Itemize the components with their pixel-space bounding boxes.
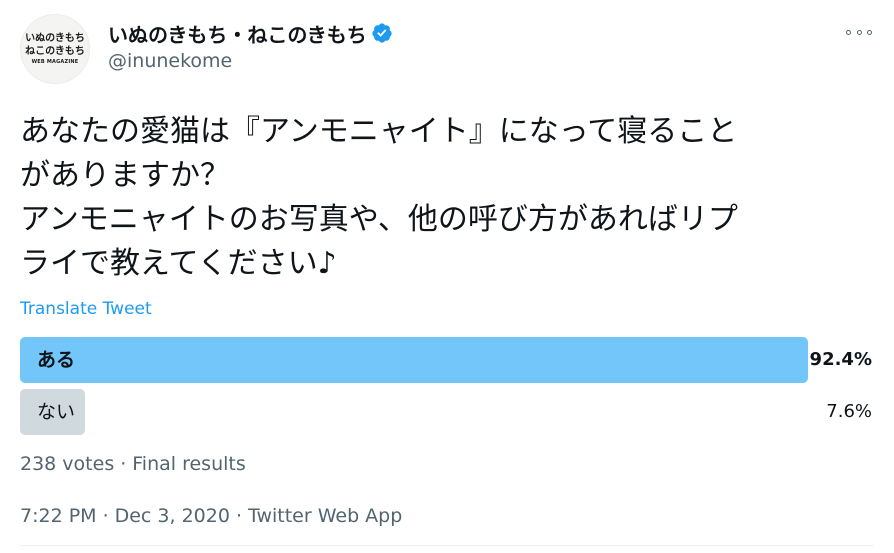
poll-option-label: ある [37,349,76,371]
avatar[interactable]: いぬのきもち ねこのきもち WEB MAGAZINE [20,14,90,84]
divider [20,545,874,546]
more-dot [846,29,851,35]
tweet-text-line: アンモニャイトのお写真や、他の呼び方があればリプ [20,202,738,237]
more-dot [867,29,872,35]
author-handle[interactable]: @inunekome [108,50,393,72]
translate-tweet-link[interactable]: Translate Tweet [20,299,152,319]
poll-option-percent: 7.6% [826,401,872,422]
tweet-text-line: あなたの愛猫は『アンモニャイト』になって寝ること [20,114,738,149]
display-name[interactable]: いぬのきもち・ねこのきもち [108,19,367,48]
more-dot [856,29,862,35]
verified-badge-icon [371,22,393,44]
more-options-icon[interactable] [846,24,872,40]
tweet-text-line: ライで教えてください♪ [20,246,337,281]
separator-dot: · [102,505,109,527]
tweet-text: あなたの愛猫は『アンモニャイト』になって寝ること がありますか？ アンモニャイト… [20,110,880,286]
poll-result-bar [20,337,808,383]
poll-option-label: ない [37,401,76,423]
poll-status: Final results [132,453,246,475]
avatar-text-line-2: ねこのきもち [25,46,85,57]
separator-dot: · [235,505,242,527]
poll-option: ない 7.6% [20,389,872,435]
separator-dot: · [120,453,127,475]
poll-summary: 238 votes · Final results [20,453,246,475]
tweet-date[interactable]: Dec 3, 2020 [115,505,230,527]
tweet-timestamp: 7:22 PM · Dec 3, 2020 · Twitter Web App [20,505,402,527]
poll-option-percent: 92.4% [809,349,872,370]
tweet-header: いぬのきもち ねこのきもち WEB MAGAZINE いぬのきもち・ねこのきもち… [20,14,878,86]
poll-option-2: ない 7.6% [20,389,872,435]
poll-option: ある 92.4% [20,337,872,383]
author-names: いぬのきもち・ねこのきもち @inunekome [108,18,393,72]
poll-votes: 238 votes [20,453,115,475]
poll-option-1: ある 92.4% [20,337,872,383]
display-name-row: いぬのきもち・ねこのきもち [108,18,393,48]
tweet-source[interactable]: Twitter Web App [248,505,402,527]
avatar-subtext: WEB MAGAZINE [31,59,79,65]
avatar-text-line-1: いぬのきもち [25,33,85,44]
tweet-text-line: がありますか？ [20,158,230,193]
tweet-time[interactable]: 7:22 PM [20,505,97,527]
